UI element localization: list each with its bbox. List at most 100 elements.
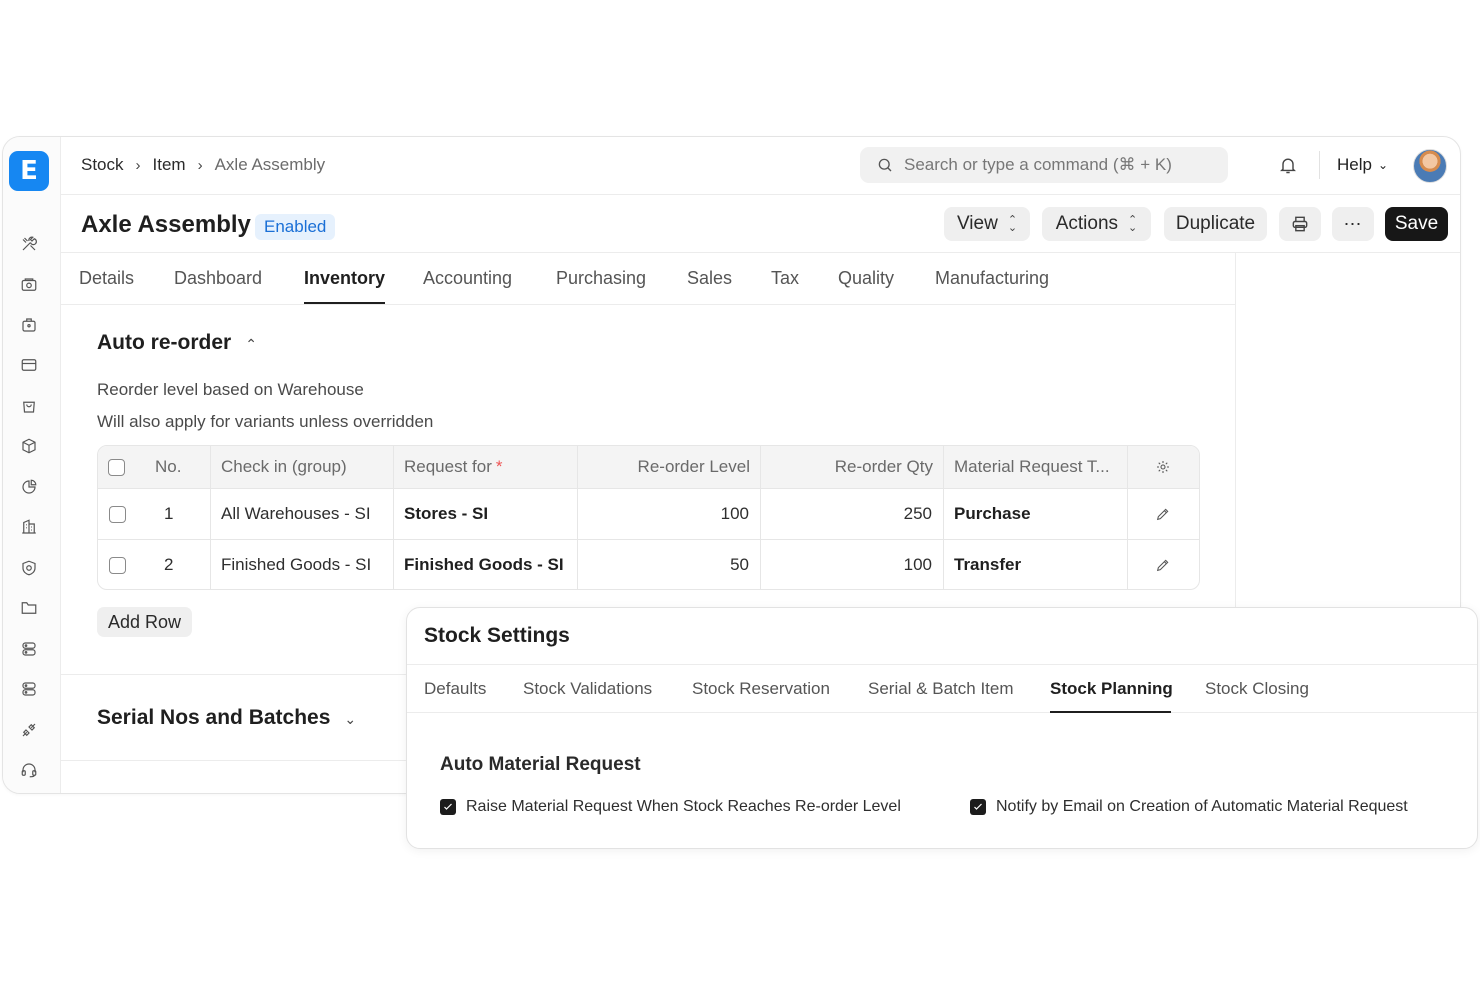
table-row[interactable]: 1 All Warehouses - SI Stores - SI 100 25… bbox=[98, 488, 1199, 539]
edit-icon[interactable] bbox=[1155, 540, 1171, 589]
tab-stock-reservation[interactable]: Stock Reservation bbox=[692, 679, 830, 699]
view-button-label: View bbox=[956, 213, 998, 234]
column-divider bbox=[943, 446, 944, 589]
row-checkbox[interactable] bbox=[109, 540, 126, 589]
divider bbox=[61, 760, 411, 761]
edit-icon[interactable] bbox=[1155, 489, 1171, 539]
cell-material-request-type[interactable]: Purchase bbox=[954, 489, 1031, 539]
save-button[interactable]: Save bbox=[1385, 207, 1448, 241]
more-icon: ⋯ bbox=[1343, 213, 1363, 234]
cell-request-for[interactable]: Finished Goods - SI bbox=[404, 540, 564, 589]
briefcase-icon[interactable] bbox=[20, 316, 38, 334]
cell-reorder-level[interactable]: 50 bbox=[578, 540, 749, 589]
server-icon[interactable] bbox=[20, 640, 38, 658]
auto-reorder-header[interactable]: Auto re-order ⌃ bbox=[97, 331, 257, 355]
duplicate-button[interactable]: Duplicate bbox=[1164, 207, 1267, 241]
tab-stock-validations[interactable]: Stock Validations bbox=[523, 679, 652, 699]
updown-icon: ⌃ ⌄ bbox=[1128, 214, 1138, 234]
chevron-right-icon: › bbox=[197, 156, 203, 174]
column-divider bbox=[210, 446, 211, 589]
cell-reorder-qty[interactable]: 250 bbox=[761, 489, 932, 539]
cell-request-for[interactable]: Stores - SI bbox=[404, 489, 488, 539]
print-button[interactable] bbox=[1279, 207, 1321, 241]
chevron-down-icon: ⌄ bbox=[344, 711, 357, 727]
building-icon[interactable] bbox=[20, 518, 38, 536]
search-bar[interactable] bbox=[860, 147, 1228, 183]
chart-icon[interactable] bbox=[20, 478, 38, 496]
bag-icon[interactable] bbox=[20, 397, 38, 415]
tab-defaults[interactable]: Defaults bbox=[424, 679, 486, 699]
divider bbox=[61, 674, 411, 675]
breadcrumb-item[interactable]: Item bbox=[153, 155, 186, 175]
search-icon bbox=[878, 158, 892, 172]
serial-section-title: Serial Nos and Batches bbox=[97, 706, 331, 729]
folder-icon[interactable] bbox=[20, 599, 38, 617]
column-divider bbox=[577, 446, 578, 589]
actions-button[interactable]: Actions ⌃ ⌄ bbox=[1042, 207, 1151, 241]
tab-accounting[interactable]: Accounting bbox=[423, 268, 512, 289]
raise-material-request-label: Raise Material Request When Stock Reache… bbox=[466, 798, 901, 815]
gear-icon[interactable] bbox=[1155, 446, 1171, 488]
serial-section-header[interactable]: Serial Nos and Batches ⌄ bbox=[97, 706, 356, 730]
box-icon[interactable] bbox=[20, 276, 38, 294]
server-icon[interactable] bbox=[20, 680, 38, 698]
avatar[interactable] bbox=[1413, 149, 1447, 183]
tab-stock-closing[interactable]: Stock Closing bbox=[1205, 679, 1309, 699]
tab-quality[interactable]: Quality bbox=[838, 268, 894, 289]
tab-details[interactable]: Details bbox=[79, 268, 134, 289]
raise-material-request-checkbox[interactable]: Raise Material Request When Stock Reache… bbox=[440, 798, 901, 816]
tab-dashboard[interactable]: Dashboard bbox=[174, 268, 262, 289]
cube-icon[interactable] bbox=[20, 437, 38, 455]
select-all-checkbox[interactable] bbox=[108, 446, 128, 488]
help-label: Help bbox=[1337, 155, 1372, 174]
table-row[interactable]: 2 Finished Goods - SI Finished Goods - S… bbox=[98, 539, 1199, 589]
view-button[interactable]: View ⌃ ⌄ bbox=[944, 207, 1030, 241]
cell-reorder-level[interactable]: 100 bbox=[578, 489, 749, 539]
tab-purchasing[interactable]: Purchasing bbox=[556, 268, 646, 289]
tab-sales[interactable]: Sales bbox=[687, 268, 732, 289]
stock-settings-title: Stock Settings bbox=[424, 624, 570, 647]
header-check-in: Check in (group) bbox=[221, 457, 347, 476]
app-logo[interactable]: E bbox=[9, 151, 49, 191]
auto-reorder-title: Auto re-order bbox=[97, 331, 232, 354]
reorder-description: Reorder level based on Warehouse bbox=[97, 380, 364, 399]
tab-serial-batch-item[interactable]: Serial & Batch Item bbox=[868, 679, 1014, 699]
breadcrumb: Stock › Item › Axle Assembly bbox=[81, 155, 325, 175]
cell-check-in[interactable]: Finished Goods - SI bbox=[221, 540, 371, 589]
headset-icon[interactable] bbox=[20, 761, 38, 779]
search-input[interactable] bbox=[904, 153, 1218, 177]
breadcrumb-stock[interactable]: Stock bbox=[81, 155, 124, 175]
shield-icon[interactable] bbox=[20, 559, 38, 577]
required-marker: * bbox=[495, 457, 503, 476]
cell-material-request-type[interactable]: Transfer bbox=[954, 540, 1021, 589]
tab-tax[interactable]: Tax bbox=[771, 268, 799, 289]
bell-icon[interactable] bbox=[1278, 155, 1298, 175]
help-menu[interactable]: Help ⌄ bbox=[1337, 155, 1388, 175]
notify-by-email-checkbox[interactable]: Notify by Email on Creation of Automatic… bbox=[970, 798, 1408, 816]
tab-manufacturing[interactable]: Manufacturing bbox=[935, 268, 1049, 289]
top-bar: Stock › Item › Axle Assembly Help ⌄ bbox=[61, 137, 1460, 195]
cell-check-in[interactable]: All Warehouses - SI bbox=[221, 489, 371, 539]
reorder-table: No. Check in (group) Request for * Re-ord… bbox=[97, 445, 1200, 590]
cell-reorder-qty[interactable]: 100 bbox=[761, 540, 932, 589]
stock-settings-panel: Stock Settings Defaults Stock Validation… bbox=[406, 607, 1478, 849]
integration-icon[interactable] bbox=[20, 721, 38, 739]
table-header: No. Check in (group) Request for * Re-ord… bbox=[98, 446, 1199, 488]
header-material-request-type: Material Request T... bbox=[954, 457, 1110, 476]
breadcrumb-current: Axle Assembly bbox=[214, 155, 326, 174]
card-icon[interactable] bbox=[20, 356, 38, 374]
add-row-button[interactable]: Add Row bbox=[97, 607, 193, 637]
tools-icon[interactable] bbox=[20, 235, 38, 253]
sidebar: E bbox=[3, 137, 61, 793]
cell-no: 2 bbox=[164, 555, 174, 574]
checkbox-checked-icon[interactable] bbox=[440, 799, 456, 815]
status-badge: Enabled bbox=[255, 214, 336, 240]
row-checkbox[interactable] bbox=[109, 489, 126, 539]
header-reorder-level: Re-order Level bbox=[637, 457, 750, 476]
tab-inventory[interactable]: Inventory bbox=[304, 268, 385, 289]
printer-icon bbox=[1292, 216, 1308, 232]
chevron-down-icon: ⌄ bbox=[1377, 158, 1389, 172]
more-button[interactable]: ⋯ bbox=[1332, 207, 1374, 241]
checkbox-checked-icon[interactable] bbox=[970, 799, 986, 815]
tab-stock-planning[interactable]: Stock Planning bbox=[1050, 679, 1173, 699]
